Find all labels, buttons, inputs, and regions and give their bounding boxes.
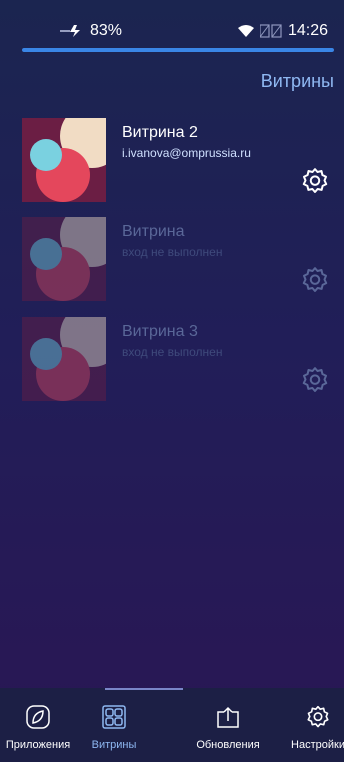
active-tab-indicator [105, 688, 183, 690]
battery-status: 83% [60, 22, 122, 40]
showcase-item[interactable]: Витрина 3 вход не выполнен [22, 317, 334, 403]
tab-updates[interactable]: Обновления [190, 704, 266, 751]
tab-applications[interactable]: Приложения [0, 704, 76, 751]
showcase-login-status: вход не выполнен [122, 245, 223, 259]
showcase-name: Витрина 2 [122, 124, 198, 141]
showcase-thumbnail [22, 217, 106, 301]
showcase-item[interactable]: Витрина 2 i.ivanova@omprussia.ru [22, 118, 334, 204]
showcase-name: Витрина 3 [122, 323, 198, 340]
showcase-thumbnail [22, 317, 106, 401]
settings-gear-icon [307, 705, 329, 728]
gear-icon[interactable] [300, 166, 330, 196]
bottom-navigation: Приложения Витрины Обновления Настройки [0, 688, 344, 762]
charging-icon [60, 25, 80, 37]
showcase-item[interactable]: Витрина вход не выполнен [22, 217, 334, 303]
showcase-account: i.ivanova@omprussia.ru [122, 146, 251, 160]
page-title: Витрины [260, 71, 334, 91]
showcase-login-status: вход не выполнен [122, 345, 223, 359]
progress-fill [22, 48, 334, 52]
tab-settings[interactable]: Настройки [280, 704, 344, 751]
tab-showcases[interactable]: Витрины [76, 704, 152, 751]
apps-icon [26, 705, 50, 729]
tab-label: Витрины [91, 739, 137, 751]
sim-icon [259, 24, 282, 38]
wifi-icon [237, 25, 254, 37]
showcase-name: Витрина [122, 223, 185, 240]
battery-percent: 83% [90, 22, 123, 39]
tab-label: Настройки [291, 739, 344, 751]
gear-icon[interactable] [300, 265, 330, 295]
showcase-thumbnail [22, 118, 106, 202]
tab-label: Обновления [196, 739, 260, 751]
updates-icon [217, 706, 239, 728]
status-bar: 83% 14:26 [0, 0, 344, 40]
tab-label: Приложения [5, 739, 71, 751]
status-right: 14:26 [237, 22, 328, 40]
grid-icon [102, 705, 126, 729]
loading-progress-bar [22, 48, 334, 52]
clock: 14:26 [287, 22, 328, 39]
gear-icon[interactable] [300, 365, 330, 395]
